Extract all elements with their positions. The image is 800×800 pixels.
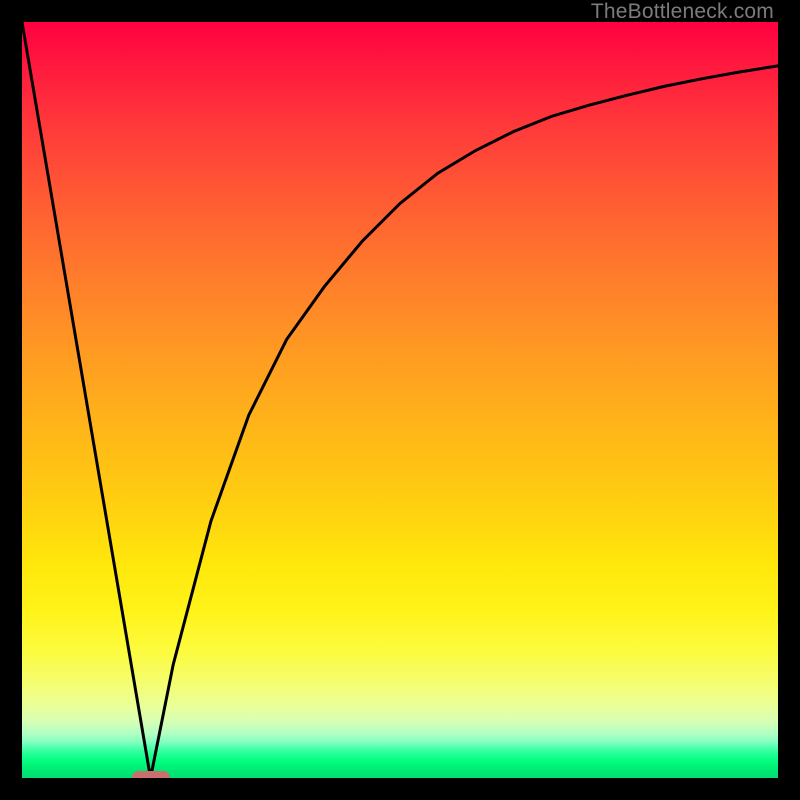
bottleneck-marker	[132, 771, 170, 778]
chart-frame: TheBottleneck.com	[0, 0, 800, 800]
curve-layer	[22, 22, 778, 778]
watermark-text: TheBottleneck.com	[591, 0, 774, 24]
plot-area	[22, 22, 778, 778]
right-branch-line	[151, 66, 778, 778]
left-branch-line	[22, 22, 151, 778]
